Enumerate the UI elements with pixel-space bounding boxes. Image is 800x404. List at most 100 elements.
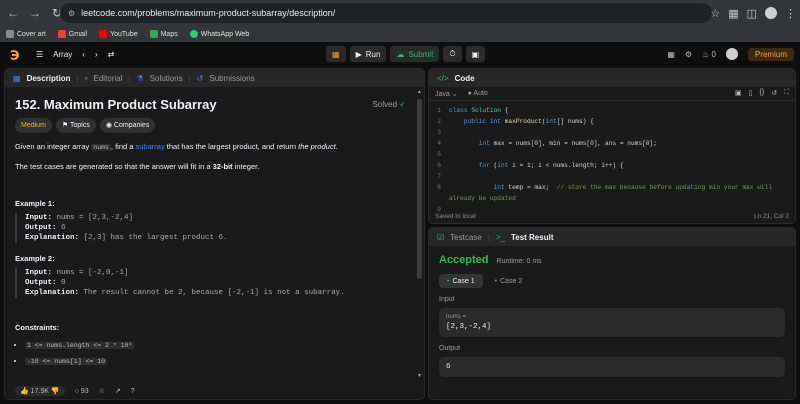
layout-grid-icon[interactable]: ▦ <box>667 50 675 59</box>
case-1-tab[interactable]: • Case 1 <box>439 274 483 288</box>
premium-button[interactable]: Premium <box>747 47 794 61</box>
line-number: 8 <box>437 184 441 191</box>
bookmark-cover-art[interactable]: Cover art <box>6 30 46 38</box>
shuffle-icon[interactable]: ⇄ <box>108 50 115 59</box>
topics-label: Topics <box>70 122 90 129</box>
submit-button[interactable]: ☁ Submit <box>390 46 440 62</box>
share-icon[interactable]: ↗ <box>115 387 121 395</box>
site-info-icon[interactable]: ⚙ <box>68 9 75 18</box>
bookmark-maps[interactable]: Maps <box>149 30 178 38</box>
problem-title[interactable]: 152. Maximum Product Subarray <box>15 98 414 111</box>
code-brackets-icon: </> <box>437 73 449 83</box>
constraint-item: 1 <= nums.length <= 2 * 10⁴ <box>25 339 414 351</box>
bookmark-icon[interactable]: ▯ <box>749 89 753 97</box>
input-label: Input: <box>25 214 53 222</box>
description-scrollbar[interactable] <box>417 99 422 279</box>
favorite-star-icon[interactable]: ☆ <box>99 387 105 395</box>
case-2-tab[interactable]: • Case 2 <box>487 274 531 288</box>
bookmark-star-icon[interactable]: ☆ <box>710 7 720 20</box>
scroll-down-icon[interactable]: ▼ <box>417 373 422 379</box>
lock-icon: ● <box>467 90 472 97</box>
problem-list-label[interactable]: Array <box>53 50 72 59</box>
help-icon[interactable]: ? <box>131 388 135 395</box>
next-problem-icon[interactable]: › <box>95 50 98 59</box>
gmail-icon <box>57 30 66 38</box>
constraint-code: -10 <= nums[i] <= 10 <box>25 358 108 365</box>
lock-icon: ◉ <box>105 122 112 129</box>
prev-problem-icon[interactable]: ‹ <box>82 50 85 59</box>
tab-solutions[interactable]: Solutions <box>150 74 183 83</box>
input-section-label: Input <box>439 296 455 303</box>
solved-label: Solved <box>372 100 398 109</box>
bookmark-label: Maps <box>160 30 178 38</box>
bookmark-gmail[interactable]: Gmail <box>57 30 87 38</box>
tab-description[interactable]: Description <box>27 74 71 83</box>
run-button[interactable]: ▶ Run <box>349 46 387 62</box>
bookmark-whatsapp[interactable]: WhatsApp Web <box>189 30 250 38</box>
input-value: nums = [-2,0,-1] <box>56 269 129 277</box>
notes-icon[interactable]: ▣ <box>465 46 486 62</box>
explanation-label: Explanation: <box>25 234 80 242</box>
text: that has the largest product, and return <box>164 142 299 151</box>
debug-button[interactable]: ▦ <box>326 46 346 62</box>
reset-icon[interactable]: ↺ <box>771 89 777 97</box>
subarray-link[interactable]: subarray <box>136 142 165 151</box>
divider: | <box>487 232 490 242</box>
constraints-list: 1 <= nums.length <= 2 * 10⁴ -10 <= nums[… <box>15 339 414 367</box>
input-box: nums = [2,3,-2,4] <box>439 308 785 337</box>
line-number: 2 <box>437 118 441 125</box>
output-section-label: Output <box>439 345 461 352</box>
code-editor-panel: </> Code Java ⌄ ● Auto ▣ ▯ {} ↺ ⛶ 1 class… <box>428 68 796 224</box>
extensions-icon[interactable]: ▦ <box>728 7 738 20</box>
editor-status-bar: Saved to local Ln 21, Col 2 <box>429 209 795 223</box>
problem-list-icon[interactable]: ☰ <box>36 50 43 59</box>
profile-avatar[interactable] <box>765 7 777 19</box>
solutions-flask-icon: ⚗ <box>136 73 144 83</box>
output-label: Output: <box>25 279 57 287</box>
code-area[interactable]: 1 class Solution { 2 public int maxProduc… <box>429 101 795 215</box>
maps-icon <box>149 30 158 38</box>
pass-dot-icon: • <box>494 277 498 285</box>
check-circle-icon: ✓ <box>399 100 406 109</box>
topics-tag[interactable]: ⚑ Topics <box>55 118 96 133</box>
bookmark-youtube[interactable]: YouTube <box>99 30 138 38</box>
menu-kebab-icon[interactable]: ⋮ <box>785 7 796 20</box>
comments-button[interactable]: ○ 93 <box>75 388 89 395</box>
format-braces-icon[interactable]: {} <box>760 89 765 97</box>
comments-count: 93 <box>80 387 89 395</box>
scroll-up-icon[interactable]: ▲ <box>417 89 422 95</box>
companies-tag[interactable]: ◉ Companies <box>99 118 156 133</box>
like-button[interactable]: 👍 17.9K 👎 <box>15 386 65 396</box>
input-label: Input: <box>25 269 53 277</box>
user-avatar[interactable] <box>725 48 738 60</box>
description-icon: ▦ <box>13 73 21 83</box>
leetcode-logo-icon[interactable]: ℈ <box>10 47 24 61</box>
settings-gear-icon[interactable]: ⚙ <box>685 50 692 59</box>
thumbs-down-icon: 👎 <box>50 388 60 395</box>
problem-tags: Medium ⚑ Topics ◉ Companies <box>15 118 414 133</box>
example-1-block: Input: nums = [2,3,-2,4] Output: 6 Expla… <box>15 213 414 243</box>
note-icon[interactable]: ▣ <box>735 89 742 97</box>
code-panel-title: Code <box>454 73 475 83</box>
back-icon[interactable]: ← <box>4 4 22 22</box>
editorial-icon: ▫ <box>84 73 88 83</box>
thumbs-up-icon: 👍 <box>20 388 29 395</box>
address-bar[interactable]: ⚙ leetcode.com/problems/maximum-product-… <box>60 3 712 23</box>
language-select[interactable]: Java ⌄ <box>435 90 458 98</box>
folder-icon <box>6 30 14 38</box>
streak-fire-icon[interactable]: ♨ 0 <box>702 50 716 59</box>
bookmark-label: WhatsApp Web <box>200 30 250 38</box>
auto-toggle[interactable]: ● Auto <box>468 90 488 97</box>
fullscreen-icon[interactable]: ⛶ <box>784 89 789 97</box>
tab-submissions[interactable]: Submissions <box>209 74 254 83</box>
line-number: 3 <box>437 129 441 136</box>
tab-test-result[interactable]: Test Result <box>511 233 554 242</box>
language-label: Java <box>435 90 450 98</box>
sidebar-icon[interactable]: ◫ <box>747 7 757 20</box>
timer-icon[interactable]: ⏱ <box>443 46 462 62</box>
checkbox-icon: ☑ <box>437 232 445 242</box>
tab-editorial[interactable]: Editorial <box>94 74 123 83</box>
example-1-title: Example 1: <box>15 199 55 208</box>
forward-icon[interactable]: → <box>26 4 44 22</box>
tab-testcase[interactable]: Testcase <box>450 233 482 242</box>
